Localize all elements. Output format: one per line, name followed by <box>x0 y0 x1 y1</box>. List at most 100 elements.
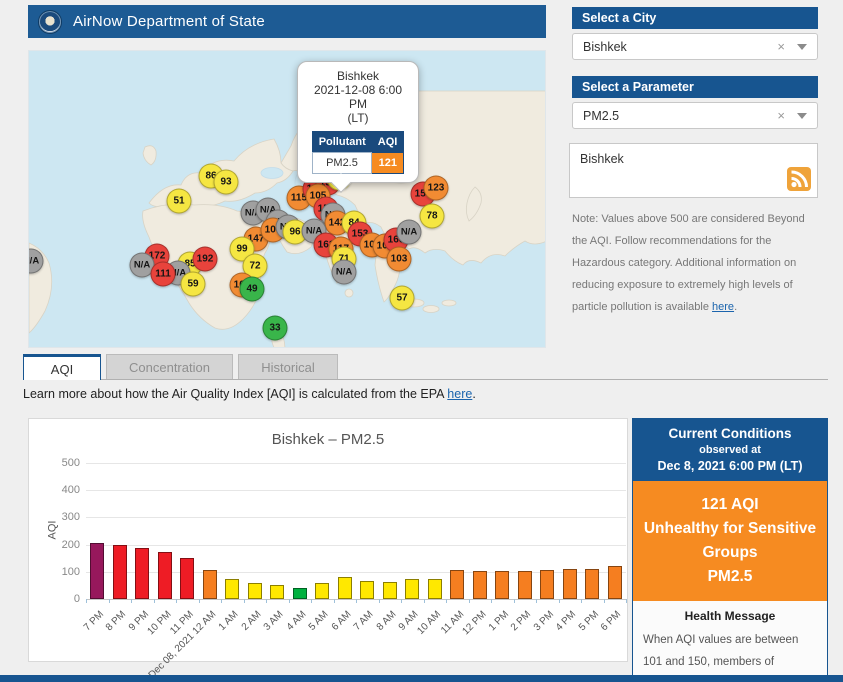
chart-plot-area <box>86 463 626 599</box>
map-marker[interactable]: 59 <box>181 272 206 297</box>
map-marker[interactable]: 33 <box>263 316 288 341</box>
x-axis-tick <box>604 599 605 603</box>
y-axis-tick-label: 500 <box>46 457 80 469</box>
popup-timezone: (LT) <box>304 111 412 125</box>
x-axis-tick <box>244 599 245 603</box>
tabs-divider <box>23 379 828 380</box>
chart-bar[interactable] <box>563 569 577 599</box>
chart-bar[interactable] <box>225 579 239 599</box>
gridline <box>86 545 626 546</box>
x-axis-tick <box>176 599 177 603</box>
map-marker[interactable]: 78 <box>420 204 445 229</box>
chart-bar[interactable] <box>158 552 172 599</box>
city-select-value: Bishkek <box>583 40 627 54</box>
epa-learn-more-line: Learn more about how the Air Quality Ind… <box>23 387 476 401</box>
gridline <box>86 517 626 518</box>
map-marker[interactable]: 103 <box>387 247 412 272</box>
chart-bar[interactable] <box>338 577 352 599</box>
map-marker[interactable]: 111 <box>151 262 176 287</box>
note-here-link[interactable]: here <box>712 301 734 313</box>
parameter-select[interactable]: PM2.5 × <box>572 102 818 129</box>
chart-bar[interactable] <box>90 543 104 599</box>
tab-historical[interactable]: Historical <box>238 354 338 380</box>
chart-bar[interactable] <box>540 570 554 599</box>
chart-bar[interactable] <box>585 569 599 599</box>
select-city-header: Select a City <box>572 7 818 29</box>
x-axis-tick <box>469 599 470 603</box>
y-axis-tick-label: 300 <box>46 511 80 523</box>
epa-text: Learn more about how the Air Quality Ind… <box>23 387 447 401</box>
cc-aqi-block: 121 AQI Unhealthy for Sensitive Groups P… <box>633 481 827 601</box>
parameter-dropdown-arrow-icon[interactable] <box>797 113 807 119</box>
world-aqi-map[interactable]: 869351N/A172N/A85N/A11159192147997210449… <box>28 50 546 348</box>
x-axis-tick <box>379 599 380 603</box>
x-axis-tick <box>491 599 492 603</box>
city-clear-icon[interactable]: × <box>777 39 785 54</box>
chart-bar[interactable] <box>360 581 374 599</box>
chart-bar[interactable] <box>450 570 464 599</box>
x-axis-tick <box>86 599 87 603</box>
city-select[interactable]: Bishkek × <box>572 33 818 60</box>
current-conditions-header: Current Conditions observed at Dec 8, 20… <box>633 419 827 481</box>
x-axis-tick <box>334 599 335 603</box>
cc-aqi-value: 121 AQI <box>639 493 821 517</box>
chart-bar[interactable] <box>315 583 329 599</box>
x-axis-tick <box>221 599 222 603</box>
x-axis-tick <box>626 599 627 603</box>
chart-bar[interactable] <box>270 585 284 599</box>
x-axis-tick <box>154 599 155 603</box>
rss-icon[interactable] <box>787 167 811 191</box>
x-axis-tick <box>424 599 425 603</box>
chart-bar[interactable] <box>180 558 194 599</box>
parameter-clear-icon[interactable]: × <box>777 108 785 123</box>
x-axis-tick <box>559 599 560 603</box>
epa-here-link[interactable]: here <box>447 387 472 401</box>
x-axis-tick <box>131 599 132 603</box>
map-marker[interactable]: N/A <box>332 260 357 285</box>
footer-bar <box>0 675 843 682</box>
cc-observed-datetime: Dec 8, 2021 6:00 PM (LT) <box>637 459 823 473</box>
chart-bar[interactable] <box>383 582 397 599</box>
x-axis-tick <box>401 599 402 603</box>
cc-title: Current Conditions <box>637 426 823 441</box>
chart-title: Bishkek – PM2.5 <box>29 431 627 448</box>
map-marker[interactable]: 192 <box>193 247 218 272</box>
map-marker[interactable]: 123 <box>424 176 449 201</box>
health-message-title: Health Message <box>643 609 817 623</box>
chart-bar[interactable] <box>293 588 307 599</box>
chart-bar[interactable] <box>608 566 622 599</box>
cc-aqi-category: Unhealthy for Sensitive Groups <box>639 517 821 565</box>
rss-feed-box: Bishkek <box>569 143 818 198</box>
chart-bar[interactable] <box>248 583 262 599</box>
popup-table: Pollutant AQI PM2.5 121 <box>312 131 405 174</box>
parameter-select-value: PM2.5 <box>583 109 619 123</box>
tab-aqi[interactable]: AQI <box>23 354 101 380</box>
dept-of-state-seal-icon <box>38 10 62 34</box>
x-axis-tick <box>356 599 357 603</box>
chart-bar[interactable] <box>495 571 509 599</box>
map-marker[interactable]: 49 <box>240 277 265 302</box>
chart-bar[interactable] <box>135 548 149 599</box>
city-dropdown-arrow-icon[interactable] <box>797 44 807 50</box>
map-marker[interactable]: 57 <box>390 286 415 311</box>
popup-datetime: 2021-12-08 6:00 PM <box>304 83 412 111</box>
x-axis-tick <box>289 599 290 603</box>
map-marker[interactable]: N/A <box>397 220 422 245</box>
x-axis-tick <box>446 599 447 603</box>
map-marker[interactable]: 93 <box>214 170 239 195</box>
chart-bar[interactable] <box>428 579 442 599</box>
chart-bar[interactable] <box>405 579 419 599</box>
tab-concentration[interactable]: Concentration <box>106 354 233 380</box>
current-conditions-panel: Current Conditions observed at Dec 8, 20… <box>632 418 828 677</box>
y-axis-tick-label: 100 <box>46 566 80 578</box>
map-marker[interactable]: 51 <box>167 189 192 214</box>
chart-bar[interactable] <box>518 571 532 599</box>
chart-bar[interactable] <box>473 571 487 599</box>
x-axis-tick <box>581 599 582 603</box>
x-axis-tick <box>199 599 200 603</box>
popup-pollutant-header: Pollutant <box>312 132 372 153</box>
map-popup: Bishkek 2021-12-08 6:00 PM (LT) Pollutan… <box>297 61 419 183</box>
epa-suffix: . <box>472 387 475 401</box>
chart-bar[interactable] <box>113 545 127 599</box>
chart-bar[interactable] <box>203 570 217 599</box>
